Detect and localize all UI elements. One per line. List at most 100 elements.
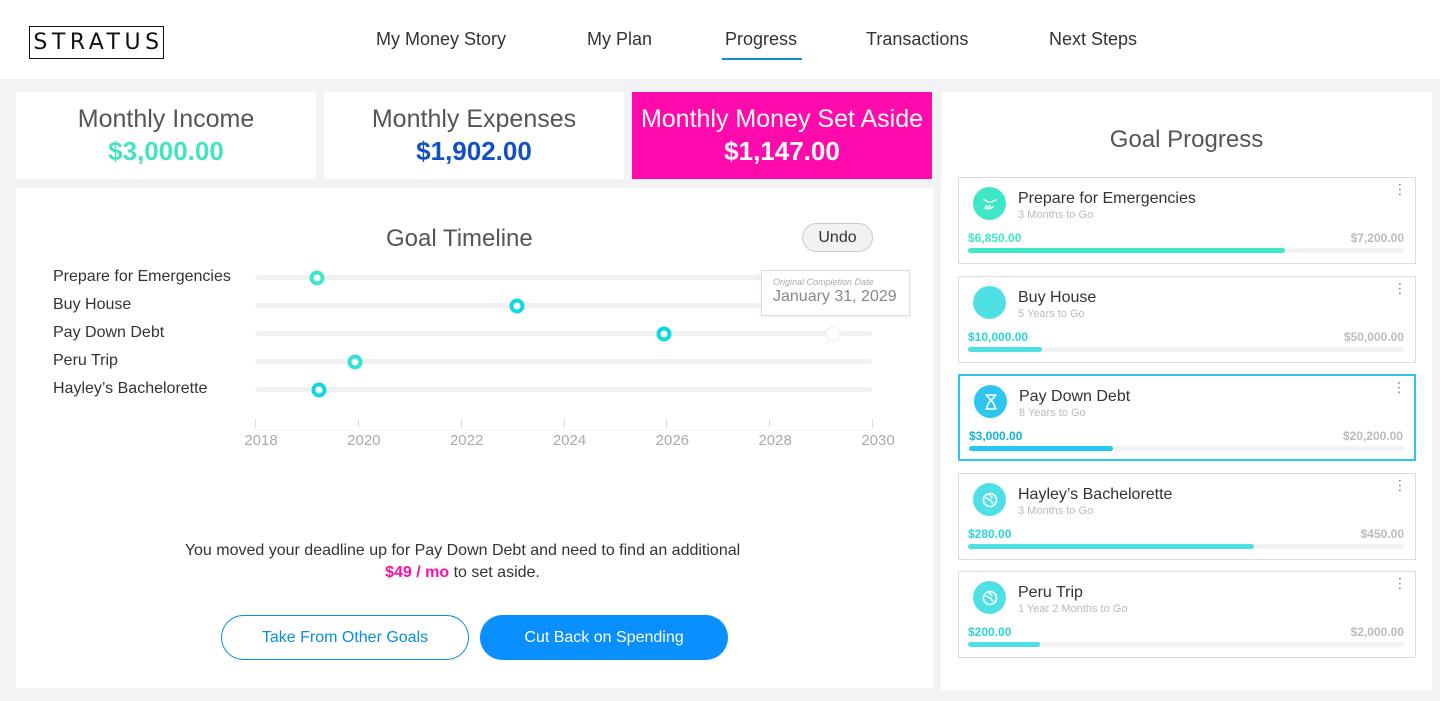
goal-name: Pay Down Debt xyxy=(1019,388,1131,405)
goal-current-amount: $6,850.00 xyxy=(968,231,1022,245)
timeline-axis xyxy=(255,430,872,431)
goal-card-peru-trip[interactable]: Peru Trip 1 Year 2 Months to Go ⋮ $200.00 $2… xyxy=(958,571,1416,658)
original-completion-tooltip: Original Completion Date January 31, 202… xyxy=(761,270,910,316)
axis-tick-label: 2020 xyxy=(347,432,381,449)
goal-progress-fill xyxy=(969,446,1113,451)
axis-tick-label: 2030 xyxy=(861,432,895,449)
goal-name: Peru Trip xyxy=(1018,584,1083,601)
goal-progress-bar xyxy=(968,347,1404,352)
timeline-label-peru-trip: Peru Trip xyxy=(53,352,118,369)
stratus-logo[interactable]: STRATUS xyxy=(29,26,164,59)
tooltip-date: January 31, 2029 xyxy=(773,288,897,305)
additional-amount: $49 / mo xyxy=(385,564,450,581)
goal-target-amount: $50,000.00 xyxy=(1343,330,1404,344)
goal-current-amount: $280.00 xyxy=(968,527,1012,541)
more-options-icon[interactable]: ⋮ xyxy=(1393,576,1407,590)
take-from-other-goals-button[interactable]: Take From Other Goals xyxy=(221,615,469,660)
more-options-icon[interactable]: ⋮ xyxy=(1392,380,1406,394)
goal-name: Hayley’s Bachelorette xyxy=(1018,486,1173,503)
undo-button[interactable]: Undo xyxy=(802,223,873,252)
timeline-label-buy-house: Buy House xyxy=(53,296,132,313)
original-deadline-marker xyxy=(825,326,841,342)
monthly-expenses-value: $1,902.00 xyxy=(416,136,532,166)
timeline-handle-prepare-for-emergencies[interactable] xyxy=(309,270,325,286)
goal-timeline-title: Goal Timeline xyxy=(386,225,533,252)
more-options-icon[interactable]: ⋮ xyxy=(1393,478,1407,492)
axis-tick xyxy=(769,419,771,428)
timeline-label-prepare-for-emergencies: Prepare for Emergencies xyxy=(53,268,231,285)
goal-progress-bar xyxy=(969,446,1405,451)
goal-card-prepare-for-emergencies[interactable]: Prepare for Emergencies 3 Months to Go ⋮ $6… xyxy=(958,177,1416,264)
goal-progress-fill xyxy=(968,642,1040,647)
goal-time-left: 5 Years to Go xyxy=(1018,308,1085,320)
monthly-set-aside-label: Monthly Money Set Aside xyxy=(640,105,924,133)
monthly-income-label: Monthly Income xyxy=(77,105,255,133)
axis-tick-label: 2022 xyxy=(449,432,484,449)
axis-tick xyxy=(666,419,668,428)
more-options-icon[interactable]: ⋮ xyxy=(1393,182,1407,196)
goal-progress-panel: Goal Progress Prepare for Emergencies 3 M… xyxy=(941,92,1432,690)
nav-next-steps[interactable]: Next Steps xyxy=(1049,29,1137,50)
nav-my-plan[interactable]: My Plan xyxy=(587,29,652,50)
monthly-expenses-label: Monthly Expenses xyxy=(371,105,577,133)
goal-time-left: 8 Years to Go xyxy=(1019,407,1086,419)
monthly-set-aside-value: $1,147.00 xyxy=(724,136,840,166)
axis-tick-label: 2018 xyxy=(244,432,278,449)
globe-icon xyxy=(973,483,1006,516)
axis-tick xyxy=(872,419,873,428)
timeline-track xyxy=(255,331,872,336)
timeline-handle-buy-house[interactable] xyxy=(509,298,525,314)
goal-target-amount: $7,200.00 xyxy=(1350,231,1404,245)
monthly-income-card: Monthly Income $3,000.00 xyxy=(16,92,316,179)
goal-card-pay-down-debt[interactable]: Pay Down Debt 8 Years to Go ⋮ $3,000.00 $20,… xyxy=(958,374,1416,461)
timeline-track xyxy=(255,387,872,392)
timeline-handle-peru-trip[interactable] xyxy=(347,354,363,370)
goal-progress-bar xyxy=(968,248,1404,253)
axis-tick-label: 2026 xyxy=(655,432,690,449)
deadline-message-text: You moved your deadline up for Pay Down … xyxy=(184,542,741,559)
timeline-handle-pay-down-debt[interactable] xyxy=(656,326,672,342)
goal-time-left: 3 Months to Go xyxy=(1018,505,1094,517)
nav-progress[interactable]: Progress xyxy=(721,29,803,60)
goal-card-hayley-s-bachelorette[interactable]: Hayley’s Bachelorette 3 Months to Go ⋮ $280… xyxy=(958,473,1416,560)
monthly-income-value: $3,000.00 xyxy=(108,136,224,166)
timeline-handle-hayley-s-bachelorette[interactable] xyxy=(311,382,327,398)
timeline-label-hayleys-bachelorette: Hayley’s Bachelorette xyxy=(53,380,208,397)
goal-progress-bar xyxy=(968,642,1404,647)
nav-transactions[interactable]: Transactions xyxy=(866,29,968,50)
monthly-set-aside-card: Monthly Money Set Aside $1,147.00 xyxy=(632,92,932,179)
goal-target-amount: $450.00 xyxy=(1360,527,1404,541)
goal-progress-fill xyxy=(968,248,1285,253)
goal-progress-fill xyxy=(968,544,1254,549)
nav-my-money-story[interactable]: My Money Story xyxy=(376,29,506,50)
axis-tick xyxy=(255,419,256,428)
cut-back-on-spending-button[interactable]: Cut Back on Spending xyxy=(480,615,728,660)
goal-progress-bar xyxy=(968,544,1404,549)
goal-progress-fill xyxy=(968,347,1043,352)
globe-icon xyxy=(973,581,1006,614)
more-options-icon[interactable]: ⋮ xyxy=(1393,281,1407,295)
goal-timeline-panel: Goal Timeline Undo Prepare for Emergenci… xyxy=(16,188,933,688)
hourglass-icon xyxy=(974,385,1007,418)
goal-current-amount: $10,000.00 xyxy=(968,330,1029,344)
goal-progress-title: Goal Progress xyxy=(1109,126,1264,153)
timeline-label-pay-down-debt: Pay Down Debt xyxy=(53,324,165,341)
top-header: STRATUS My Money Story My Plan Progress … xyxy=(0,0,1440,79)
deadline-message-suffix: to set aside. xyxy=(453,564,540,581)
house-icon xyxy=(973,286,1006,319)
goal-current-amount: $3,000.00 xyxy=(969,429,1023,443)
axis-tick xyxy=(563,419,565,428)
monthly-expenses-card: Monthly Expenses $1,902.00 xyxy=(324,92,624,179)
axis-tick-label: 2024 xyxy=(552,432,587,449)
axis-tick xyxy=(357,419,359,428)
goal-target-amount: $2,000.00 xyxy=(1350,625,1404,639)
tooltip-label: Original Completion Date xyxy=(773,277,874,287)
axis-tick-label: 2028 xyxy=(758,432,792,449)
deadline-message: You moved your deadline up for Pay Down … xyxy=(16,540,909,584)
goal-current-amount: $200.00 xyxy=(968,625,1012,639)
goal-time-left: 1 Year 2 Months to Go xyxy=(1018,603,1128,615)
goal-card-buy-house[interactable]: Buy House 5 Years to Go ⋮ $10,000.00 $50,000… xyxy=(958,276,1416,363)
goal-name: Buy House xyxy=(1018,289,1097,306)
goal-name: Prepare for Emergencies xyxy=(1018,190,1196,207)
hands-icon xyxy=(973,187,1006,220)
